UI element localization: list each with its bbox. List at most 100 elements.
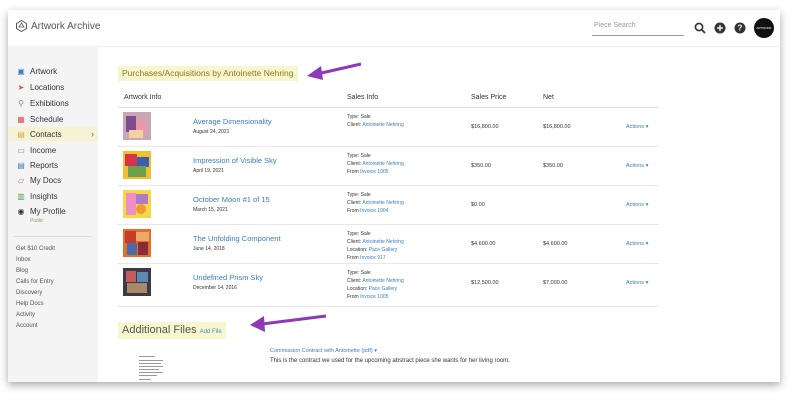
client-link[interactable]: Antoinette Nehring: [362, 122, 403, 128]
globe-icon: ◉: [17, 206, 25, 216]
from-label: From: [347, 169, 359, 175]
sidebar-item-label: Exhibitions: [30, 98, 69, 108]
sidebar-item-my-docs[interactable]: ▱ My Docs: [8, 173, 98, 187]
client-link[interactable]: Antoinette Nehring: [362, 161, 403, 167]
link-blog[interactable]: Blog: [16, 268, 28, 274]
table-row: Undefined Prism Sky December 14, 2016 Ty…: [118, 264, 659, 307]
search-icon[interactable]: [694, 22, 706, 34]
add-icon[interactable]: [714, 22, 726, 34]
address-book-icon: ▤: [17, 129, 25, 139]
from-label: From: [347, 255, 359, 261]
sales-price: $16,800.00: [471, 124, 499, 130]
piece-search-input[interactable]: Piece Search: [592, 22, 684, 36]
artwork-title-link[interactable]: The Unfolding Component: [193, 234, 281, 243]
sale-date: June 14, 2018: [193, 246, 225, 252]
sidebar-item-reports[interactable]: ▤ Reports: [8, 158, 98, 172]
location-link[interactable]: Pace Gallery: [369, 286, 398, 292]
sales-price: $0.00: [471, 202, 485, 208]
artwork-thumbnail[interactable]: [123, 229, 151, 257]
invoice-link[interactable]: Invoice 1004: [360, 208, 388, 214]
sidebar-item-insights[interactable]: ▥ Insights: [8, 189, 98, 203]
sales-info: Type: Sale Client: Antoinette Nehring: [347, 113, 447, 129]
actions-dropdown[interactable]: Actions ▾: [626, 124, 648, 130]
sale-type: Type: Sale: [347, 231, 371, 237]
from-label: From: [347, 208, 359, 214]
sidebar-item-schedule[interactable]: ▦ Schedule: [8, 112, 98, 126]
artwork-thumbnail[interactable]: [123, 151, 151, 179]
column-header-sales-info: Sales Info: [347, 94, 379, 101]
client-label: Client:: [347, 278, 362, 284]
artwork-title-link[interactable]: Average Dimensionality: [193, 117, 272, 126]
folder-icon: ▱: [17, 175, 25, 185]
additional-files-heading: Additional Files Add File: [118, 322, 226, 339]
table-row: The Unfolding Component June 14, 2018 Ty…: [118, 225, 659, 264]
link-discovery[interactable]: Discovery: [16, 290, 42, 296]
location-label: Location:: [347, 247, 368, 253]
user-avatar[interactable]: ARTWORK ARCHIVE: [754, 18, 774, 38]
location-arrow-icon: ➤: [17, 82, 25, 92]
actions-dropdown[interactable]: Actions ▾: [626, 280, 648, 286]
sidebar-item-label: Schedule: [30, 114, 64, 124]
sales-price: $4,600.00: [471, 241, 496, 247]
artwork-thumbnail[interactable]: [123, 112, 151, 140]
artwork-title-link[interactable]: Undefined Prism Sky: [193, 273, 263, 282]
bar-chart-icon: ▥: [17, 191, 25, 201]
sale-type: Type: Sale: [347, 270, 371, 276]
sale-date: April 19, 2021: [193, 168, 224, 174]
sidebar-item-exhibitions[interactable]: ⚲ Exhibitions: [8, 96, 98, 110]
sidebar-item-artwork[interactable]: ▣ Artwork: [8, 64, 98, 78]
main-content: Purchases/Acquisitions by Antoinette Neh…: [98, 46, 780, 382]
file-name-link[interactable]: Commission Contract with Antoinette (pdf…: [270, 348, 377, 354]
document-thumbnail[interactable]: [136, 352, 166, 382]
net-amount: $4,600.00: [543, 241, 568, 247]
app-window: Artwork Archive Piece Search ? ARTWORK A…: [8, 10, 780, 382]
link-activity[interactable]: Activity: [16, 312, 35, 318]
location-link[interactable]: Pace Gallery: [369, 247, 398, 253]
money-icon: ▭: [17, 145, 25, 155]
add-file-link[interactable]: Add File: [200, 329, 222, 335]
invoice-link[interactable]: Invoice 917: [360, 255, 386, 261]
invoice-link[interactable]: Invoice 1005: [360, 169, 388, 175]
app-logo[interactable]: Artwork Archive: [16, 20, 100, 32]
sidebar-item-income[interactable]: ▭ Income: [8, 143, 98, 157]
table-row: Impression of Visible Sky April 19, 2021…: [118, 147, 659, 186]
client-label: Client:: [347, 122, 362, 128]
sale-date: March 15, 2021: [193, 207, 228, 213]
actions-dropdown[interactable]: Actions ▾: [626, 202, 648, 208]
link-get-credit[interactable]: Get $10 Credit: [16, 246, 55, 252]
net-amount: $7,000.00: [543, 280, 568, 286]
sale-type: Type: Sale: [347, 114, 371, 120]
sales-info: Type: Sale Client: Antoinette Nehring Fr…: [347, 191, 447, 215]
sidebar-item-label: Locations: [30, 82, 65, 92]
sale-date: August 24, 2021: [193, 129, 230, 135]
net-amount: $16,800.00: [543, 124, 571, 130]
help-icon[interactable]: ?: [734, 22, 746, 34]
client-link[interactable]: Antoinette Nehring: [362, 200, 403, 206]
sales-price: $350.00: [471, 163, 491, 169]
link-inbox[interactable]: Inbox: [16, 257, 31, 263]
link-calls-for-entry[interactable]: Calls for Entry: [16, 279, 54, 285]
client-label: Client:: [347, 161, 362, 167]
artwork-title-link[interactable]: October Moon #1 of 15: [193, 195, 270, 204]
actions-dropdown[interactable]: Actions ▾: [626, 241, 648, 247]
link-help-docs[interactable]: Help Docs: [16, 301, 44, 307]
artwork-title-link[interactable]: Impression of Visible Sky: [193, 156, 277, 165]
report-icon: ▤: [17, 160, 25, 170]
svg-text:?: ?: [738, 24, 743, 33]
sidebar-divider: [14, 236, 92, 237]
profile-status: Public: [30, 218, 44, 224]
artwork-thumbnail[interactable]: [123, 190, 151, 218]
table-row: Average Dimensionality August 24, 2021 T…: [118, 108, 659, 147]
sidebar-item-locations[interactable]: ➤ Locations: [8, 80, 98, 94]
client-link[interactable]: Antoinette Nehring: [362, 278, 403, 284]
from-label: From: [347, 294, 359, 300]
page-title: Purchases/Acquisitions by Antoinette Neh…: [118, 66, 298, 81]
sidebar-item-my-profile[interactable]: ◉ My Profile: [8, 204, 98, 218]
link-account[interactable]: Account: [16, 323, 38, 329]
invoice-link[interactable]: Invoice 1005: [360, 294, 388, 300]
sidebar-item-contacts[interactable]: ▤ Contacts ›: [8, 127, 98, 141]
location-label: Location:: [347, 286, 368, 292]
client-link[interactable]: Antoinette Nehring: [362, 239, 403, 245]
actions-dropdown[interactable]: Actions ▾: [626, 163, 648, 169]
artwork-thumbnail[interactable]: [123, 268, 151, 296]
